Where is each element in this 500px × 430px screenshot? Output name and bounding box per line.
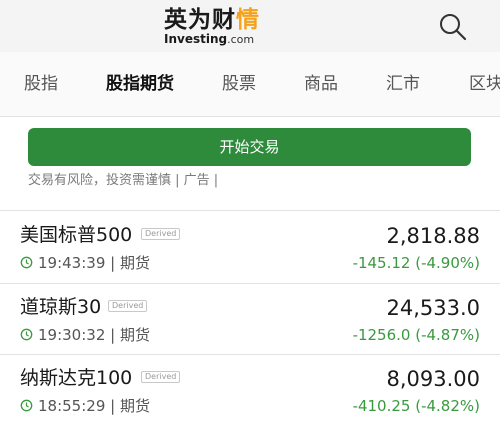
search-icon <box>440 14 467 41</box>
app-header: 英为财情 Investing.com <box>0 0 500 52</box>
divider <box>0 116 500 117</box>
category-tabs: 股指 股指期货 股票 商品 汇市 区块 <box>0 52 500 116</box>
derived-badge: Derived <box>141 228 181 240</box>
clock-icon <box>20 328 33 341</box>
risk-disclaimer: 交易有风险，投资需谨慎 | 广告 | <box>28 173 219 188</box>
tab-index-futures[interactable]: 股指期货 <box>106 72 174 96</box>
quote-type: 期货 <box>120 326 151 344</box>
instrument-name: 美国标普500 <box>20 224 133 246</box>
quote-time: 18:55:29 <box>38 397 106 415</box>
derived-badge: Derived <box>108 300 148 312</box>
last-price: 2,818.88 <box>386 224 480 248</box>
tab-commodities[interactable]: 商品 <box>304 72 338 96</box>
quote-row[interactable]: 纳斯达克100 Derived 18:55:29 | 期货 8,093.00 -… <box>0 355 500 425</box>
price-change: -410.25 (-4.82%) <box>352 397 480 415</box>
quote-type: 期货 <box>120 254 151 272</box>
divider <box>0 210 500 211</box>
derived-badge: Derived <box>141 371 181 383</box>
meta-separator: | <box>110 397 116 415</box>
quote-meta: 19:30:32 | 期货 <box>38 325 150 345</box>
quote-type: 期货 <box>120 397 151 415</box>
logo-chinese-text: 英为财情 <box>164 7 260 33</box>
meta-separator: | <box>110 326 116 344</box>
clock-icon <box>20 399 33 412</box>
logo-english-text: Investing.com <box>164 32 255 46</box>
quote-time: 19:30:32 <box>38 326 106 344</box>
last-price: 8,093.00 <box>386 367 480 391</box>
tab-stocks[interactable]: 股票 <box>222 72 256 96</box>
instrument-name: 纳斯达克100 <box>20 367 133 389</box>
clock-icon <box>20 256 33 269</box>
quote-row[interactable]: 道琼斯30 Derived 19:30:32 | 期货 24,533.0 -12… <box>0 284 500 354</box>
tab-indices[interactable]: 股指 <box>24 72 58 96</box>
tab-crypto[interactable]: 区块 <box>469 72 500 96</box>
search-button[interactable] <box>436 10 470 44</box>
investing-logo[interactable]: 英为财情 Investing.com <box>162 6 272 48</box>
price-change: -145.12 (-4.90%) <box>352 254 480 272</box>
quote-meta: 19:43:39 | 期货 <box>38 253 150 273</box>
tab-forex[interactable]: 汇市 <box>386 72 420 96</box>
meta-separator: | <box>110 254 116 272</box>
quote-meta: 18:55:29 | 期货 <box>38 396 150 416</box>
quote-time: 19:43:39 <box>38 254 106 272</box>
quote-row[interactable]: 美国标普500 Derived 19:43:39 | 期货 2,818.88 -… <box>0 212 500 282</box>
last-price: 24,533.0 <box>386 296 480 320</box>
instrument-name: 道琼斯30 <box>20 296 102 318</box>
price-change: -1256.0 (-4.87%) <box>352 326 480 344</box>
start-trading-button[interactable]: 开始交易 <box>28 128 471 166</box>
